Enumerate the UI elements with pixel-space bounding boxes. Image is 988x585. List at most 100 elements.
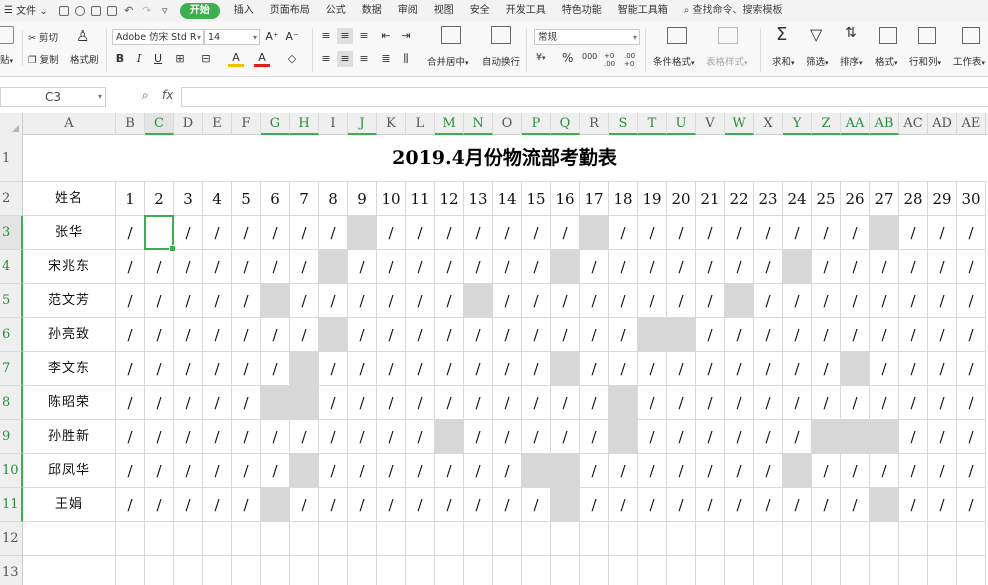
font-size-select[interactable]: 14 ▾ xyxy=(204,29,260,45)
present-cell[interactable]: / xyxy=(377,318,406,352)
present-cell[interactable]: / xyxy=(580,250,609,284)
present-cell[interactable]: / xyxy=(667,250,696,284)
column-header[interactable]: B xyxy=(116,113,145,135)
present-cell[interactable]: / xyxy=(696,250,725,284)
present-cell[interactable]: / xyxy=(203,352,232,386)
tab-9[interactable]: 特色功能 xyxy=(554,0,610,22)
present-cell[interactable]: / xyxy=(232,488,261,522)
shrink-font-button[interactable]: A⁻ xyxy=(284,29,300,45)
present-cell[interactable]: / xyxy=(638,420,667,454)
present-cell[interactable]: / xyxy=(493,318,522,352)
day-header-cell[interactable]: 11 xyxy=(406,182,435,216)
currency-button[interactable]: ¥▾ xyxy=(536,52,546,63)
empty-cell[interactable] xyxy=(493,522,522,556)
present-cell[interactable]: / xyxy=(348,352,377,386)
present-cell[interactable]: / xyxy=(870,318,899,352)
format-painter-icon[interactable]: ♙ xyxy=(76,27,89,45)
present-cell[interactable]: / xyxy=(812,250,841,284)
present-cell[interactable]: / xyxy=(261,454,290,488)
empty-cell[interactable] xyxy=(174,556,203,585)
day-header-cell[interactable]: 22 xyxy=(725,182,754,216)
day-header-cell[interactable]: 10 xyxy=(377,182,406,216)
empty-cell[interactable] xyxy=(203,522,232,556)
absent-cell[interactable] xyxy=(319,250,348,284)
present-cell[interactable]: / xyxy=(870,386,899,420)
present-cell[interactable]: / xyxy=(696,488,725,522)
empty-cell[interactable] xyxy=(667,556,696,585)
day-header-cell[interactable]: 13 xyxy=(464,182,493,216)
present-cell[interactable]: / xyxy=(377,386,406,420)
empty-cell[interactable] xyxy=(841,522,870,556)
present-cell[interactable]: / xyxy=(899,352,928,386)
align-bottom-icon[interactable]: ≡ xyxy=(356,28,372,44)
filter-button[interactable]: 筛选▾ xyxy=(806,54,829,68)
present-cell[interactable]: / xyxy=(377,488,406,522)
day-header-cell[interactable]: 20 xyxy=(667,182,696,216)
row-header[interactable]: 10 xyxy=(0,454,23,488)
present-cell[interactable]: / xyxy=(696,352,725,386)
present-cell[interactable]: / xyxy=(493,488,522,522)
present-cell[interactable]: / xyxy=(841,216,870,250)
present-cell[interactable]: / xyxy=(116,352,145,386)
day-header-cell[interactable]: 6 xyxy=(261,182,290,216)
present-cell[interactable]: / xyxy=(783,318,812,352)
present-cell[interactable]: / xyxy=(638,216,667,250)
present-cell[interactable]: / xyxy=(406,318,435,352)
present-cell[interactable]: / xyxy=(551,216,580,250)
present-cell[interactable]: / xyxy=(928,352,957,386)
column-header[interactable]: S xyxy=(609,113,638,135)
present-cell[interactable]: / xyxy=(464,454,493,488)
merge-center-button[interactable]: 合并居中▾ xyxy=(427,54,469,68)
employee-name-cell[interactable]: 孙亮致 xyxy=(23,318,116,352)
name-box[interactable]: C3 ▾ xyxy=(0,87,106,107)
paste-button[interactable]: 贴▾ xyxy=(0,52,13,66)
present-cell[interactable]: / xyxy=(696,454,725,488)
present-cell[interactable]: / xyxy=(957,420,986,454)
present-cell[interactable]: / xyxy=(638,352,667,386)
day-header-cell[interactable]: 28 xyxy=(899,182,928,216)
increase-decimal-button[interactable]: +0 .00 xyxy=(604,52,618,68)
day-header-cell[interactable]: 4 xyxy=(203,182,232,216)
present-cell[interactable]: / xyxy=(290,216,319,250)
present-cell[interactable]: / xyxy=(145,386,174,420)
present-cell[interactable]: / xyxy=(899,250,928,284)
present-cell[interactable]: / xyxy=(725,488,754,522)
merge-center-icon[interactable] xyxy=(441,26,461,44)
present-cell[interactable]: / xyxy=(145,250,174,284)
present-cell[interactable]: / xyxy=(174,352,203,386)
present-cell[interactable]: / xyxy=(812,284,841,318)
present-cell[interactable]: / xyxy=(116,318,145,352)
present-cell[interactable]: / xyxy=(435,352,464,386)
absent-cell[interactable] xyxy=(348,216,377,250)
absent-cell[interactable] xyxy=(551,250,580,284)
absent-cell[interactable] xyxy=(812,420,841,454)
fx-icon[interactable]: fx xyxy=(162,88,173,102)
present-cell[interactable]: / xyxy=(290,284,319,318)
present-cell[interactable]: / xyxy=(174,420,203,454)
highlight-color-button[interactable]: A xyxy=(228,51,244,67)
row-header[interactable]: 4 xyxy=(0,250,23,284)
print-preview-icon[interactable] xyxy=(106,6,117,16)
sort-icon[interactable]: ⇅ xyxy=(845,25,857,41)
present-cell[interactable]: / xyxy=(609,488,638,522)
font-name-select[interactable]: Adobe 仿宋 Std R ▾ xyxy=(112,29,204,45)
present-cell[interactable]: / xyxy=(580,284,609,318)
empty-cell[interactable] xyxy=(696,556,725,585)
present-cell[interactable]: / xyxy=(841,454,870,488)
present-cell[interactable]: / xyxy=(203,284,232,318)
sum-button[interactable]: 求和▾ xyxy=(772,54,795,68)
tab-8[interactable]: 开发工具 xyxy=(498,0,554,22)
empty-cell[interactable] xyxy=(319,556,348,585)
present-cell[interactable]: / xyxy=(406,250,435,284)
present-cell[interactable]: / xyxy=(696,386,725,420)
absent-cell[interactable] xyxy=(841,420,870,454)
present-cell[interactable]: / xyxy=(174,386,203,420)
present-cell[interactable]: / xyxy=(377,216,406,250)
present-cell[interactable]: / xyxy=(435,454,464,488)
print-icon[interactable] xyxy=(90,6,101,16)
tab-10[interactable]: 智能工具箱 xyxy=(610,0,676,22)
empty-cell[interactable] xyxy=(580,522,609,556)
empty-cell[interactable] xyxy=(203,556,232,585)
fill-style-icon[interactable]: ⊟ xyxy=(198,51,214,67)
present-cell[interactable]: / xyxy=(638,250,667,284)
